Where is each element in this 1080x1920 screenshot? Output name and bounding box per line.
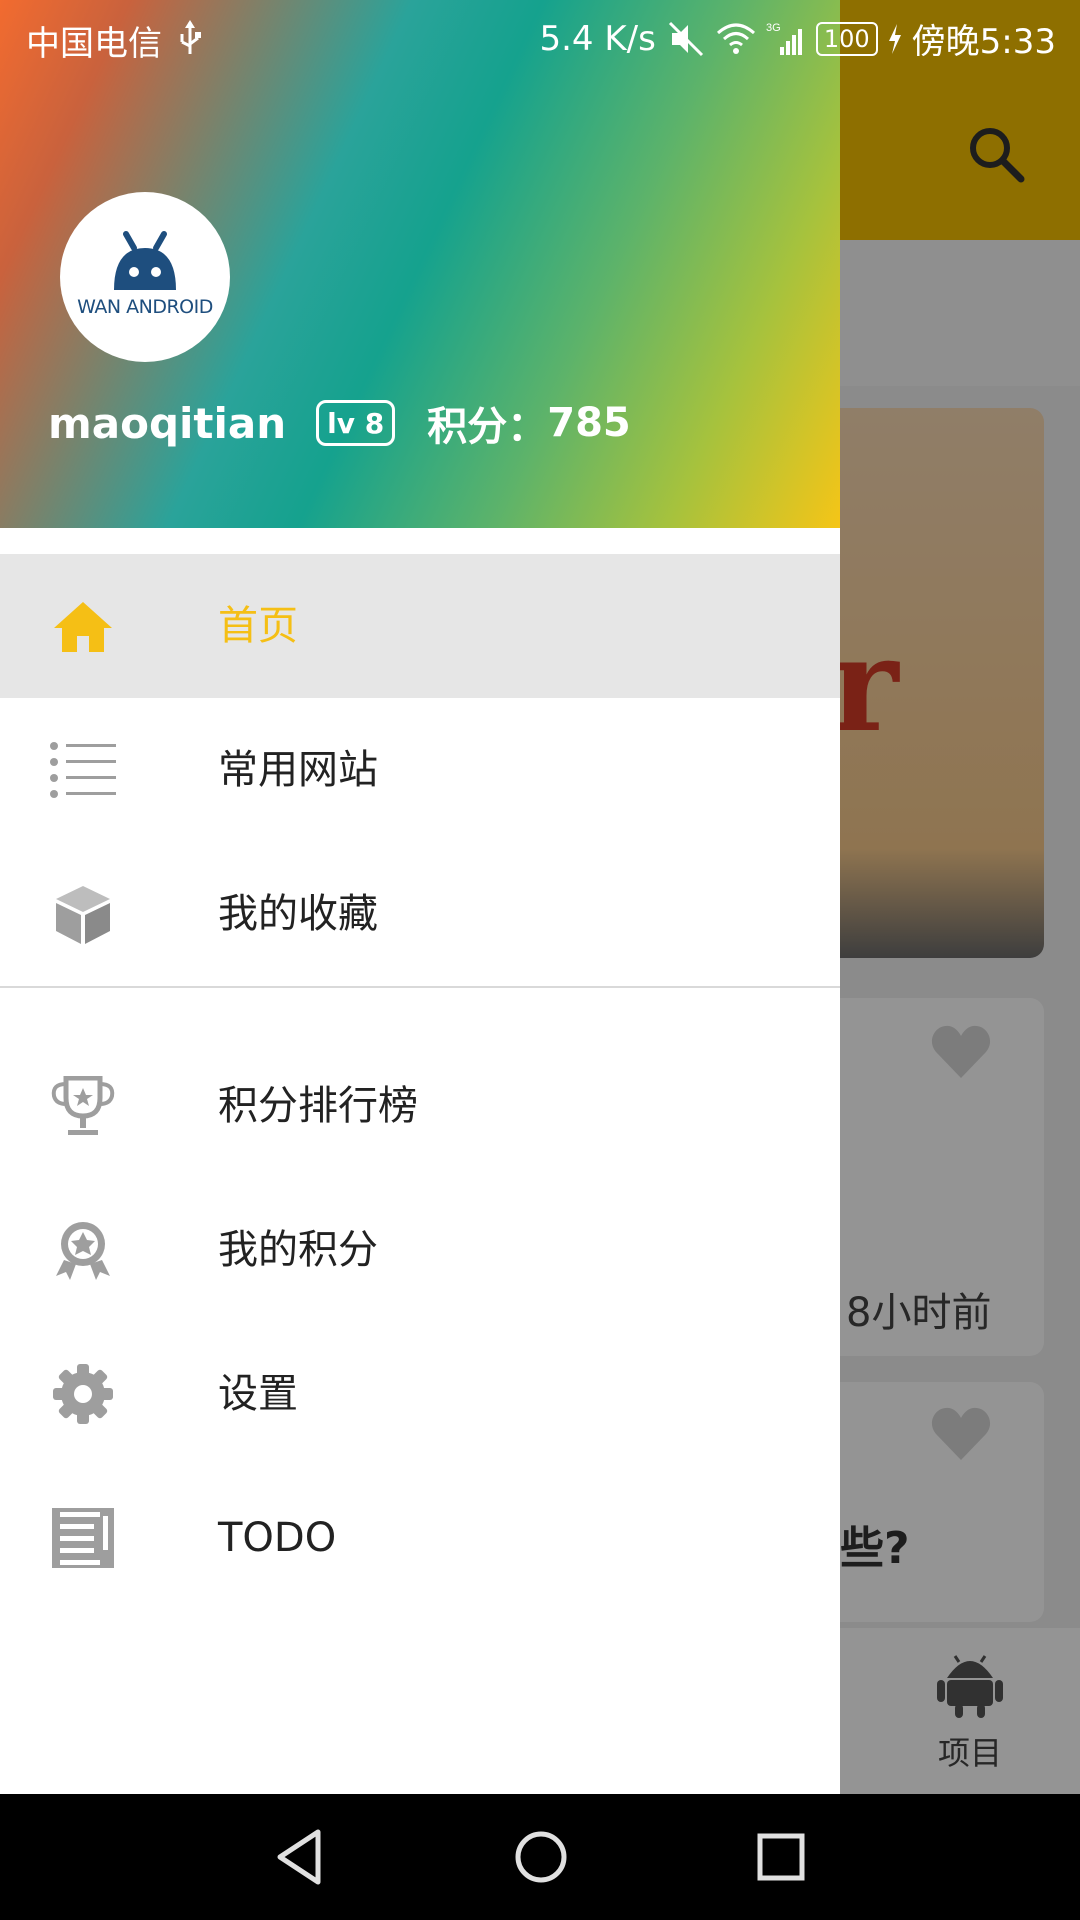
battery-indicator: 100 bbox=[815, 21, 878, 56]
avatar-text: WAN ANDROID bbox=[77, 296, 213, 318]
status-indicators: 5.4 K/s 3G 100 傍晚5:33 bbox=[539, 14, 1056, 63]
points-value: 785 bbox=[547, 400, 631, 446]
menu-item-my-points[interactable]: 我的积分 bbox=[0, 1178, 840, 1322]
status-bar: 中国电信 5.4 K/s 3G 100 傍晚5:33 bbox=[0, 0, 1080, 76]
menu-label: 设置 bbox=[218, 1371, 298, 1417]
navigation-drawer: WAN ANDROID maoqitian lv 8 积分： 785 首页 常用… bbox=[0, 0, 840, 1794]
menu-label: 首页 bbox=[218, 603, 298, 649]
gear-icon bbox=[53, 1364, 113, 1424]
carrier-label: 中国电信 bbox=[26, 24, 162, 64]
back-icon[interactable] bbox=[266, 1822, 336, 1892]
menu-item-ranking[interactable]: 积分排行榜 bbox=[0, 1034, 840, 1178]
wifi-icon bbox=[716, 23, 755, 54]
menu-label: 积分排行榜 bbox=[218, 1083, 418, 1129]
mute-icon bbox=[668, 21, 703, 56]
menu-label: 我的积分 bbox=[218, 1227, 378, 1273]
list-icon bbox=[50, 742, 116, 798]
points-label: 积分： bbox=[427, 404, 548, 450]
home-icon bbox=[54, 602, 112, 652]
todo-icon bbox=[52, 1508, 114, 1568]
clock: 傍晚5:33 bbox=[911, 22, 1056, 62]
android-logo-icon bbox=[114, 231, 176, 290]
charging-icon bbox=[888, 23, 901, 54]
menu-label: 我的收藏 bbox=[218, 891, 378, 937]
home-circle-icon[interactable] bbox=[506, 1822, 576, 1892]
screen: r 8小时前 些? 项目 WAN ANDROID maoqitian lv 8 … bbox=[0, 0, 1080, 1920]
menu-item-home[interactable]: 首页 bbox=[0, 554, 840, 698]
menu-item-todo[interactable]: TODO bbox=[0, 1466, 840, 1610]
network-type-label: 3G bbox=[766, 22, 781, 34]
usb-icon bbox=[180, 20, 201, 54]
menu-divider bbox=[0, 986, 840, 988]
user-info: maoqitian lv 8 积分： 785 bbox=[48, 394, 631, 452]
drawer-menu: 首页 常用网站 我的收藏 积分排行榜 我的积分 设置 TODO bbox=[0, 554, 840, 1610]
menu-item-websites[interactable]: 常用网站 bbox=[0, 698, 840, 842]
menu-label: 常用网站 bbox=[218, 747, 378, 793]
menu-item-favorites[interactable]: 我的收藏 bbox=[0, 842, 840, 986]
signal-icon: 3G bbox=[766, 22, 802, 55]
level-badge: lv 8 bbox=[316, 400, 396, 446]
drawer-header: WAN ANDROID maoqitian lv 8 积分： 785 bbox=[0, 0, 840, 528]
network-speed: 5.4 K/s bbox=[539, 18, 656, 59]
cube-icon bbox=[56, 886, 110, 944]
menu-label: TODO bbox=[218, 1515, 337, 1561]
menu-item-settings[interactable]: 设置 bbox=[0, 1322, 840, 1466]
trophy-icon bbox=[51, 1076, 115, 1135]
username: maoqitian bbox=[48, 398, 287, 448]
avatar[interactable]: WAN ANDROID bbox=[60, 192, 230, 362]
system-navigation-bar bbox=[0, 1794, 1080, 1920]
recent-apps-icon[interactable] bbox=[746, 1822, 816, 1892]
medal-icon bbox=[56, 1222, 110, 1280]
